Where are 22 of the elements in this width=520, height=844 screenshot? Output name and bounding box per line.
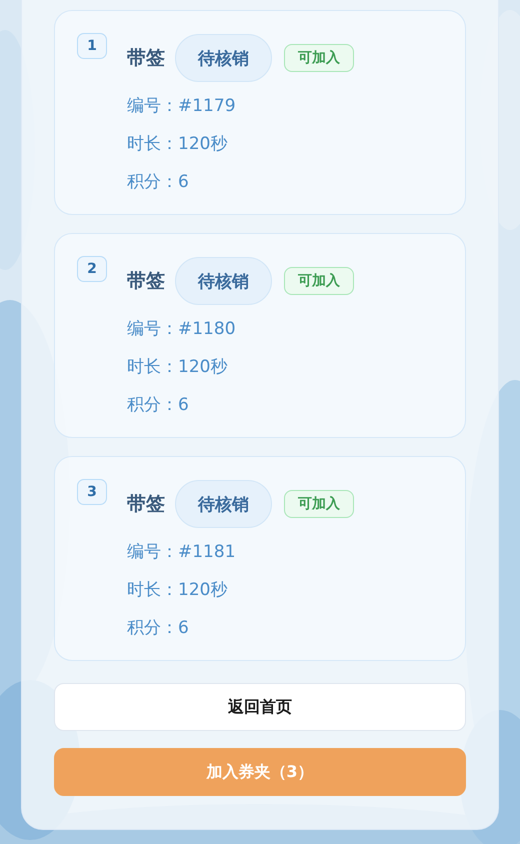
detail-line: 时长：120秒 bbox=[127, 133, 228, 156]
detail-line: 积分：6 bbox=[127, 617, 190, 640]
detail-line: 积分：6 bbox=[127, 394, 190, 417]
available-tag: 可加入 bbox=[284, 490, 354, 518]
status-pill: 待核销 bbox=[175, 257, 272, 305]
available-tag: 可加入 bbox=[284, 267, 354, 295]
status-pill: 待核销 bbox=[175, 34, 272, 82]
back-home-button[interactable]: 返回首页 bbox=[54, 683, 466, 731]
detail-line: 时长：120秒 bbox=[127, 579, 228, 602]
index-badge: 2 bbox=[77, 256, 107, 282]
available-tag: 可加入 bbox=[284, 44, 354, 72]
ticket-title: 带签 bbox=[127, 269, 165, 294]
ticket-title: 带签 bbox=[127, 492, 165, 517]
detail-line: 编号：#1181 bbox=[127, 541, 237, 564]
status-pill: 待核销 bbox=[175, 480, 272, 528]
detail-line: 编号：#1180 bbox=[127, 318, 237, 341]
ticket-title: 带签 bbox=[127, 46, 165, 71]
index-badge: 3 bbox=[77, 479, 107, 505]
detail-line: 时长：120秒 bbox=[127, 356, 228, 379]
index-badge: 1 bbox=[77, 33, 107, 59]
detail-line: 编号：#1179 bbox=[127, 95, 237, 118]
detail-line: 积分：6 bbox=[127, 171, 190, 194]
